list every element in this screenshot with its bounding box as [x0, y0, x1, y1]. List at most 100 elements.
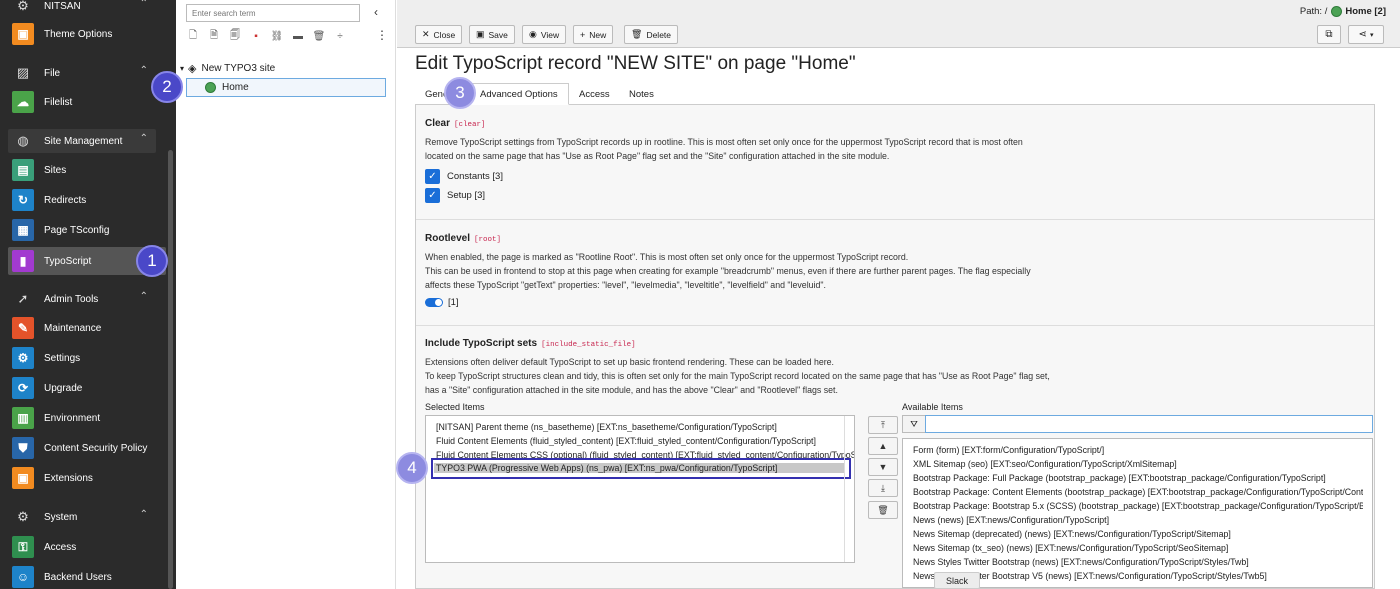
user-icon: ☺	[12, 566, 34, 588]
field-name: [include_static_file]	[541, 341, 636, 349]
new-shortcut-icon[interactable]: 🗎	[207, 29, 221, 43]
module-access[interactable]: ⚿ Access	[8, 533, 156, 561]
tree-search-input[interactable]	[186, 4, 360, 22]
close-button[interactable]: ✕ Close	[415, 25, 463, 44]
selected-items-list[interactable]: [NITSAN] Parent theme (ns_basetheme) [EX…	[425, 415, 855, 563]
field-name: [clear]	[454, 121, 486, 129]
tab-advanced-options[interactable]: Advanced Options	[469, 83, 569, 105]
selected-items-scrollbar[interactable]	[844, 416, 854, 562]
delete-page-icon[interactable]: ▪	[249, 29, 263, 43]
check-icon: ✓	[425, 188, 440, 203]
remove-item-button[interactable]: 🗑	[868, 501, 898, 519]
new-link-page-icon[interactable]: 🗐	[228, 29, 242, 43]
collapse-tree-icon[interactable]: ‹	[374, 5, 378, 19]
checkbox-setup[interactable]: ✓ Setup [3]	[425, 188, 485, 203]
field-description: Remove TypoScript settings from TypoScri…	[425, 137, 1023, 161]
filter-icon: ⛛	[902, 415, 926, 433]
server-icon: ▥	[12, 407, 34, 429]
selected-items-label: Selected Items	[425, 402, 485, 412]
share-icon: ⋖	[1358, 29, 1367, 40]
available-item[interactable]: News Sitemap (deprecated) (news) [EXT:ne…	[913, 529, 1363, 539]
move-to-bottom-button[interactable]: ⤓	[868, 479, 898, 497]
module-sites[interactable]: ▤ Sites	[8, 156, 156, 184]
field-description: Extensions often deliver default TypoScr…	[425, 357, 1050, 395]
available-item[interactable]: Bootstrap Package: Full Package (bootstr…	[913, 473, 1363, 483]
module-extensions[interactable]: ▣ Extensions	[8, 464, 156, 492]
move-down-button[interactable]: ▼	[868, 458, 898, 476]
checkbox-constants[interactable]: ✓ Constants [3]	[425, 169, 503, 184]
module-group-file[interactable]: ▨ File ⌃	[8, 61, 156, 85]
module-environment[interactable]: ▥ Environment	[8, 404, 156, 432]
globe-icon: ◍	[17, 133, 29, 148]
docheader: ✕ Close ▣ Save ◉ View + New 🗑 Delete Pat…	[397, 0, 1400, 48]
slack-tooltip: Slack	[934, 572, 980, 589]
gear-icon: ⚙	[17, 0, 29, 13]
module-group-nitsan[interactable]: ⚙ NITSAN ⌃	[8, 0, 156, 18]
tree-page-home[interactable]: Home	[186, 78, 386, 97]
field-description: When enabled, the page is marked as "Roo…	[425, 252, 1031, 290]
form-tabs: General Advanced Options Access Notes	[415, 83, 1375, 105]
module-content-security-policy[interactable]: ⛊ Content Security Policy	[8, 434, 156, 462]
field-rootlevel: Rootlevel [root] When enabled, the page i…	[416, 220, 1374, 326]
selected-item[interactable]: [NITSAN] Parent theme (ns_basetheme) [EX…	[436, 422, 854, 432]
external-link-icon: ⧉	[1325, 29, 1333, 40]
open-new-window-button[interactable]: ⧉	[1317, 25, 1341, 44]
module-menu-scrollbar[interactable]	[168, 150, 173, 589]
available-item[interactable]: News Styles Twitter Bootstrap (news) [EX…	[913, 557, 1363, 567]
link-icon[interactable]: ⛓	[270, 29, 284, 43]
selected-item[interactable]: Fluid Content Elements (fluid_styled_con…	[436, 436, 854, 446]
share-dropdown-button[interactable]: ⋖ ▾	[1348, 25, 1384, 44]
module-group-system[interactable]: ⚙ System ⌃	[8, 505, 156, 529]
delete-button[interactable]: 🗑 Delete	[624, 25, 679, 44]
box-icon: ▣	[12, 467, 34, 489]
tab-notes[interactable]: Notes	[619, 83, 664, 105]
divider-icon[interactable]: ÷	[333, 29, 347, 43]
new-button[interactable]: + New	[573, 25, 614, 44]
view-button[interactable]: ◉ View	[522, 25, 567, 44]
module-redirects[interactable]: ↻ Redirects	[8, 186, 156, 214]
module-group-admin-tools[interactable]: ➚ Admin Tools ⌃	[8, 287, 156, 311]
field-label-clear: Clear [clear]	[425, 118, 486, 129]
available-item[interactable]: News (news) [EXT:news/Configuration/Typo…	[913, 515, 1363, 525]
folder-icon[interactable]: ▬	[291, 29, 305, 43]
move-up-button[interactable]: ▲	[868, 437, 898, 455]
check-icon: ✓	[425, 169, 440, 184]
chevron-up-icon: ⌃	[139, 133, 148, 144]
move-to-top-button[interactable]: ⤒	[868, 416, 898, 434]
toggle-rootlevel[interactable]: [1]	[425, 297, 459, 308]
move-top-icon: ⤒	[881, 419, 885, 430]
module-upgrade[interactable]: ⟳ Upgrade	[8, 374, 156, 402]
module-settings[interactable]: ⚙ Settings	[8, 344, 156, 372]
trash-icon[interactable]: 🗑	[312, 29, 326, 43]
eye-icon: ◉	[529, 29, 537, 39]
caret-down-icon: ▼	[878, 462, 888, 472]
module-maintenance[interactable]: ✎ Maintenance	[8, 314, 156, 342]
module-theme-options[interactable]: ▣ Theme Options	[8, 20, 156, 48]
module-group-site-management[interactable]: ◍ Site Management ⌃	[8, 129, 156, 153]
new-page-icon[interactable]: 🗋	[186, 29, 200, 43]
available-item[interactable]: Bootstrap Package: Bootstrap 5.x (SCSS) …	[913, 501, 1363, 511]
available-items-list[interactable]: Form (form) [EXT:form/Configuration/Typo…	[902, 438, 1373, 588]
more-options-icon[interactable]: ⋮	[376, 28, 388, 42]
typo3-site-icon: ◈	[188, 63, 197, 75]
shield-icon: ⛊	[12, 437, 34, 459]
tree-site-node[interactable]: ▾ ◈ New TYPO3 site	[180, 62, 275, 75]
module-page-tsconfig[interactable]: ▦ Page TSconfig	[8, 216, 156, 244]
toggle-switch	[425, 298, 443, 307]
module-backend-users[interactable]: ☺ Backend Users	[8, 563, 156, 589]
filter-input[interactable]	[925, 415, 1373, 433]
tab-access[interactable]: Access	[569, 83, 620, 105]
chevron-up-icon: ⌃	[139, 509, 148, 520]
available-item[interactable]: Form (form) [EXT:form/Configuration/Typo…	[913, 445, 1363, 455]
module-filelist[interactable]: ☁ Filelist	[8, 88, 156, 116]
available-item[interactable]: News Sitemap (tx_seo) (news) [EXT:news/C…	[913, 543, 1363, 553]
trash-icon: 🗑	[631, 29, 643, 39]
available-item[interactable]: Bootstrap Package: Content Elements (boo…	[913, 487, 1363, 497]
breadcrumb-page[interactable]: Home [2]	[1345, 6, 1386, 17]
cog-icon: ⚙	[12, 347, 34, 369]
available-item[interactable]: News Styles Twitter Bootstrap V5 (news) …	[913, 571, 1363, 581]
save-button[interactable]: ▣ Save	[469, 25, 515, 44]
field-label-rootlevel: Rootlevel [root]	[425, 233, 502, 244]
tsconfig-icon: ▦	[12, 219, 34, 241]
available-item[interactable]: XML Sitemap (seo) [EXT:seo/Configuration…	[913, 459, 1363, 469]
